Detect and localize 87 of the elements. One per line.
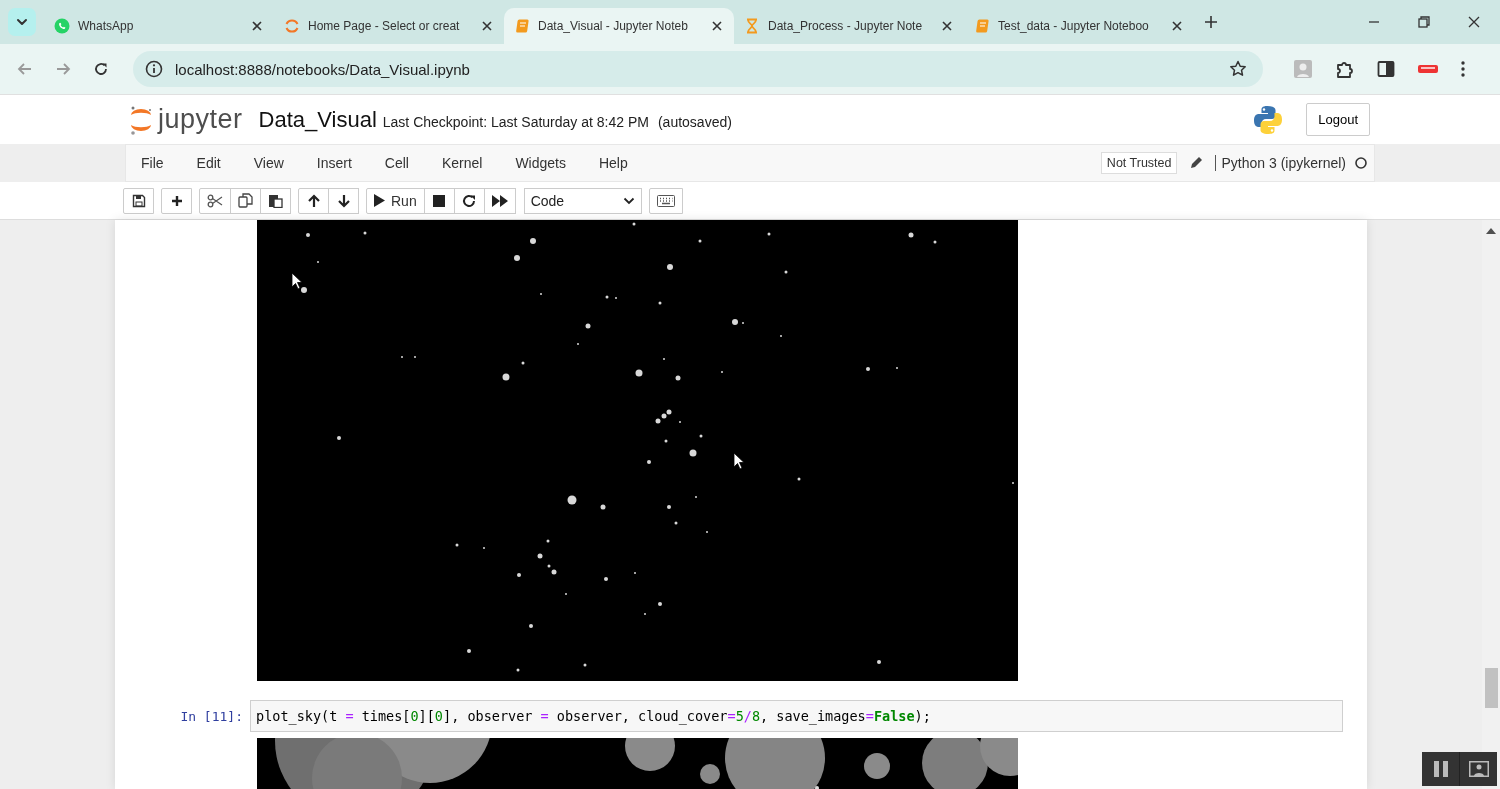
- menu-item[interactable]: Help: [598, 155, 628, 171]
- input-prompt: In [11]:: [179, 708, 244, 724]
- menu-item[interactable]: Kernel: [441, 155, 483, 171]
- menu-item[interactable]: Cell: [384, 155, 409, 171]
- kernel-name: Python 3 (ipykernel): [1215, 155, 1346, 171]
- browser-tab[interactable]: Test_data - Jupyter Noteboo: [964, 8, 1194, 44]
- save-button[interactable]: [123, 187, 154, 214]
- checkpoint-text: Last Checkpoint: Last Saturday at 8:42 PM: [382, 113, 649, 130]
- recorder-icon[interactable]: [1417, 63, 1439, 75]
- side-panel-icon[interactable]: [1377, 60, 1395, 78]
- menu-item[interactable]: File: [141, 155, 164, 171]
- stop-button[interactable]: [423, 187, 455, 214]
- play-icon: [374, 194, 385, 207]
- browser-tab[interactable]: WhatsApp: [44, 8, 274, 44]
- run-button[interactable]: Run: [366, 187, 425, 214]
- close-icon[interactable]: [252, 21, 262, 31]
- close-icon[interactable]: [1172, 21, 1182, 31]
- close-icon[interactable]: [942, 21, 952, 31]
- save-icon: [131, 193, 146, 208]
- fast-forward-button[interactable]: [483, 187, 516, 214]
- notebook-icon: [514, 18, 530, 34]
- cell-type-dropdown[interactable]: Code: [523, 187, 642, 214]
- reload-icon[interactable]: [93, 61, 109, 77]
- copy-icon: [238, 193, 253, 208]
- tab-search-button[interactable]: [8, 8, 36, 36]
- move-down-icon: [336, 193, 351, 208]
- fast-forward-icon: [491, 194, 508, 207]
- browser-tab[interactable]: Home Page - Select or creat: [274, 8, 504, 44]
- address-bar[interactable]: localhost:8888/notebooks/Data_Visual.ipynb: [133, 51, 1263, 87]
- keyboard-button[interactable]: [648, 187, 683, 214]
- move-up-icon: [306, 193, 321, 208]
- menu-item[interactable]: Edit: [196, 155, 221, 171]
- pencil-icon[interactable]: [1189, 156, 1204, 170]
- copy-button[interactable]: [230, 187, 261, 214]
- info-icon[interactable]: [145, 60, 163, 78]
- python-logo-icon: [1252, 103, 1285, 136]
- browser-tab[interactable]: Data_Process - Jupyter Note: [734, 8, 964, 44]
- move-up-button[interactable]: [298, 187, 329, 214]
- paste-icon: [268, 193, 283, 208]
- tab-title: WhatsApp: [78, 19, 134, 33]
- spinner-icon: [284, 18, 300, 34]
- mouse-pointer-icon: [734, 453, 745, 470]
- tab-title: Data_Visual - Jupyter Noteb: [538, 19, 688, 33]
- caret-icon: [622, 196, 635, 205]
- paste-button[interactable]: [260, 187, 291, 214]
- cut-button[interactable]: [199, 187, 231, 214]
- autosave-status: (autosaved): [657, 113, 732, 130]
- scrollbar-thumb[interactable]: [1485, 668, 1498, 708]
- tab-title: Home Page - Select or creat: [308, 19, 460, 33]
- notebook-name[interactable]: Data_Visual: [258, 106, 377, 133]
- scroll-up-arrow-icon[interactable]: [1486, 228, 1496, 234]
- keyboard-icon: [656, 194, 675, 207]
- menu-item[interactable]: Insert: [316, 155, 352, 171]
- close-icon[interactable]: [1468, 16, 1480, 28]
- close-icon[interactable]: [482, 21, 492, 31]
- tab-title: Data_Process - Jupyter Note: [768, 19, 923, 33]
- add-cell-icon: [170, 194, 183, 207]
- restore-icon[interactable]: [1418, 16, 1430, 28]
- notebook-icon: [974, 18, 990, 34]
- menu-item[interactable]: Widgets: [515, 155, 566, 171]
- forward-arrow-icon[interactable]: [55, 61, 71, 77]
- code-cell[interactable]: plot_sky(t = times[0][0], observer = observer, cloud_cover=5/8, save_images=False);: [250, 700, 1343, 732]
- restart-button[interactable]: [453, 187, 485, 214]
- star-icon[interactable]: [1229, 60, 1247, 78]
- move-down-button[interactable]: [328, 187, 359, 214]
- add-cell-button[interactable]: [161, 187, 192, 214]
- whatsapp-icon: [54, 18, 70, 34]
- menu-item[interactable]: View: [253, 155, 284, 171]
- puzzle-icon[interactable]: [1335, 59, 1355, 79]
- kebab-menu-icon[interactable]: [1461, 61, 1465, 77]
- hourglass-icon: [744, 18, 760, 34]
- pause-icon: [1433, 761, 1448, 777]
- cut-icon: [207, 193, 223, 208]
- tab-title: Test_data - Jupyter Noteboo: [998, 19, 1149, 33]
- mouse-pointer-icon: [292, 273, 303, 290]
- portrait-frame-icon: [1468, 761, 1489, 777]
- plus-icon[interactable]: [1204, 15, 1218, 29]
- stop-icon: [433, 194, 446, 207]
- browser-tab[interactable]: Data_Visual - Jupyter Noteb: [504, 8, 734, 44]
- restart-icon: [462, 193, 477, 208]
- trust-indicator[interactable]: Not Trusted: [1100, 152, 1178, 174]
- back-arrow-icon[interactable]: [17, 61, 33, 77]
- jupyter-logo-text[interactable]: jupyter: [158, 104, 243, 135]
- url-text: localhost:8888/notebooks/Data_Visual.ipynb: [175, 60, 470, 78]
- close-icon[interactable]: [712, 21, 722, 31]
- chevron-down-icon: [16, 18, 28, 26]
- logout-button[interactable]: Logout: [1306, 103, 1370, 136]
